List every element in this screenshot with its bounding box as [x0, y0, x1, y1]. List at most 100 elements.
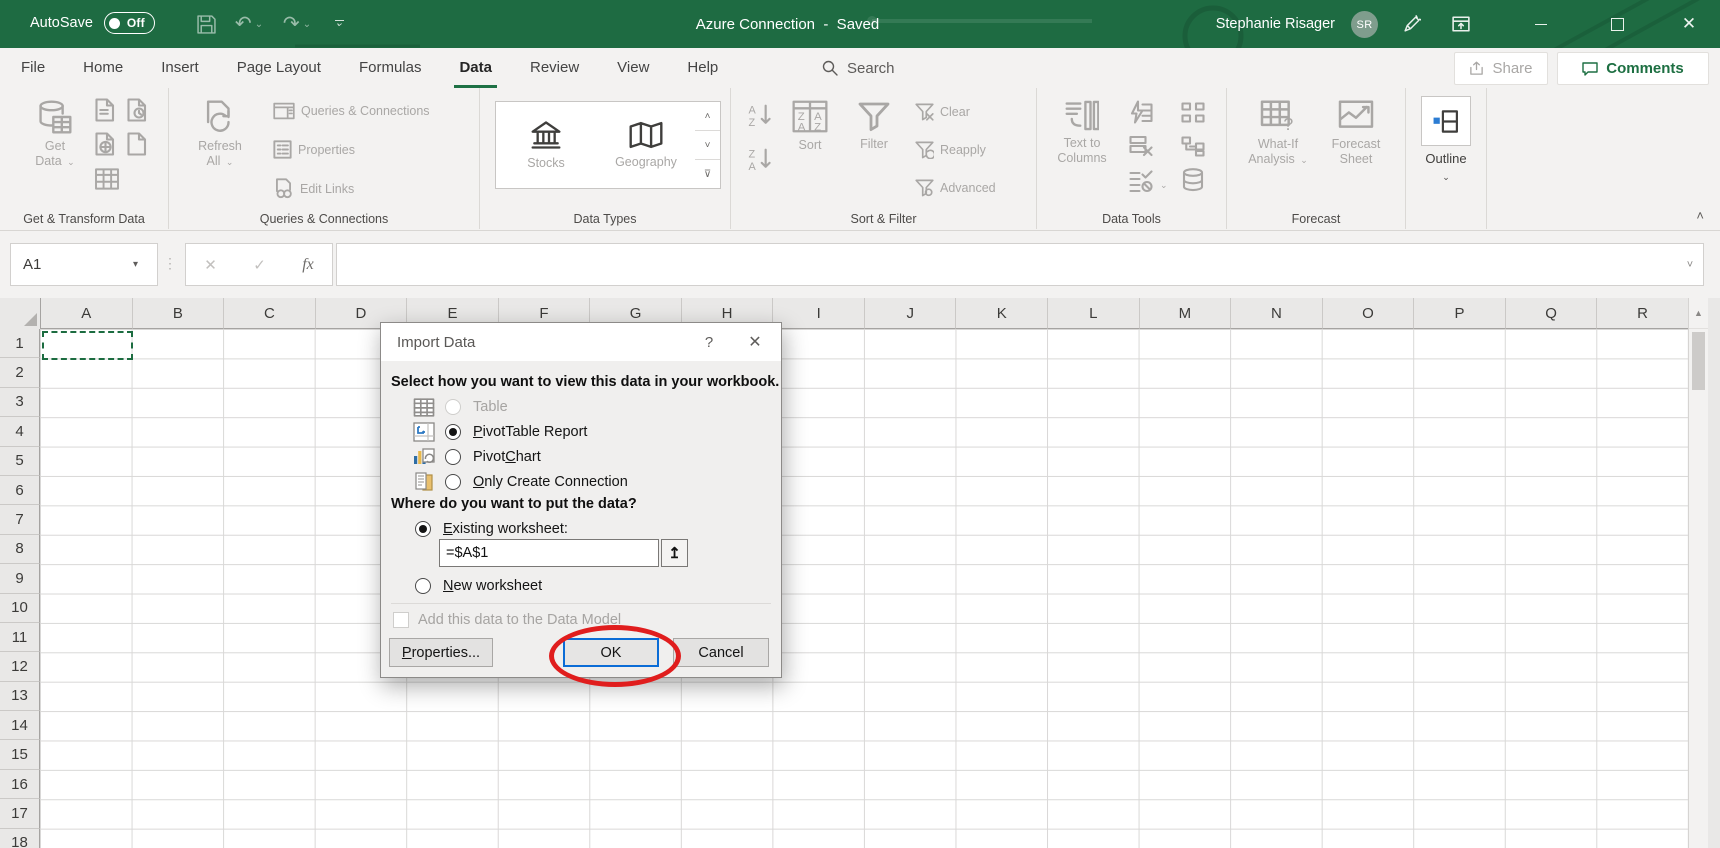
minimize-button[interactable]: [1520, 0, 1562, 48]
row-header-13[interactable]: 13: [0, 682, 40, 711]
row-header-15[interactable]: 15: [0, 740, 40, 769]
formula-bar[interactable]: ˅: [336, 243, 1704, 286]
forecast-sheet-button[interactable]: ForecastSheet: [1323, 100, 1389, 167]
row-header-16[interactable]: 16: [0, 770, 40, 799]
outline-button[interactable]: Outline ⌄: [1418, 96, 1474, 185]
name-box[interactable]: ▾: [10, 243, 158, 286]
data-validation-icon[interactable]: [1129, 170, 1153, 194]
data-validation-dropdown-icon[interactable]: ⌄: [1160, 180, 1168, 191]
ribbon-tab-data[interactable]: Data: [440, 48, 511, 88]
relationships-icon[interactable]: [1181, 136, 1205, 157]
row-header-7[interactable]: 7: [0, 505, 40, 534]
recent-sources-icon[interactable]: [124, 98, 148, 122]
row-header-1[interactable]: 1: [0, 329, 40, 358]
column-header-b[interactable]: B: [133, 298, 225, 329]
maximize-button[interactable]: [1596, 0, 1638, 48]
row-header-8[interactable]: 8: [0, 535, 40, 564]
select-all-corner[interactable]: [0, 298, 41, 330]
column-header-r[interactable]: R: [1597, 298, 1689, 329]
row-header-17[interactable]: 17: [0, 799, 40, 828]
stocks-data-type[interactable]: Stocks: [496, 102, 596, 188]
name-box-input[interactable]: [11, 256, 127, 273]
reapply-filter-button[interactable]: Reapply: [915, 140, 986, 159]
queries-connections-button[interactable]: Queries & Connections: [273, 102, 430, 120]
user-avatar[interactable]: SR: [1351, 11, 1378, 38]
ribbon-tab-file[interactable]: File: [2, 48, 64, 88]
flash-fill-icon[interactable]: [1129, 100, 1153, 124]
sort-descending-icon[interactable]: ZA: [747, 146, 775, 172]
existing-connections-icon[interactable]: [94, 168, 120, 190]
share-button[interactable]: Share: [1454, 52, 1548, 85]
text-to-columns-button[interactable]: Text toColumns: [1051, 100, 1113, 166]
gallery-up-button[interactable]: ˄: [695, 102, 720, 131]
column-header-q[interactable]: Q: [1506, 298, 1598, 329]
row-header-5[interactable]: 5: [0, 447, 40, 476]
ribbon-tab-review[interactable]: Review: [511, 48, 598, 88]
dialog-close-button[interactable]: ✕: [729, 332, 781, 352]
column-header-k[interactable]: K: [956, 298, 1048, 329]
comments-button[interactable]: Comments: [1557, 52, 1709, 85]
name-box-dropdown-icon[interactable]: ▾: [133, 259, 138, 270]
from-text-file-icon[interactable]: [92, 98, 116, 122]
pivotchart-radio[interactable]: [445, 449, 461, 465]
expand-formula-bar-icon[interactable]: ˅: [1677, 259, 1703, 271]
ribbon-tab-formulas[interactable]: Formulas: [340, 48, 441, 88]
properties-button[interactable]: Properties: [273, 140, 355, 159]
column-header-n[interactable]: N: [1231, 298, 1323, 329]
column-header-m[interactable]: M: [1140, 298, 1232, 329]
what-if-analysis-button[interactable]: What-IfAnalysis ⌄: [1245, 100, 1311, 168]
row-header-2[interactable]: 2: [0, 358, 40, 387]
geography-data-type[interactable]: Geography: [596, 102, 696, 188]
pivottable-radio[interactable]: [445, 424, 461, 440]
dialog-help-button[interactable]: ?: [689, 334, 729, 351]
ribbon-tab-view[interactable]: View: [598, 48, 668, 88]
row-header-9[interactable]: 9: [0, 564, 40, 593]
ok-button[interactable]: OK: [563, 638, 659, 667]
cancel-button[interactable]: Cancel: [673, 638, 769, 667]
row-header-3[interactable]: 3: [0, 388, 40, 417]
edit-links-button[interactable]: Edit Links: [273, 178, 354, 199]
column-header-c[interactable]: C: [224, 298, 316, 329]
ribbon-tab-insert[interactable]: Insert: [142, 48, 218, 88]
ribbon-tab-home[interactable]: Home: [64, 48, 142, 88]
remove-duplicates-icon[interactable]: [1129, 134, 1153, 158]
row-header-6[interactable]: 6: [0, 476, 40, 505]
column-header-p[interactable]: P: [1414, 298, 1506, 329]
existing-worksheet-radio[interactable]: [415, 521, 431, 537]
scroll-up-button[interactable]: ▲: [1689, 298, 1708, 329]
ink-pen-button[interactable]: [1390, 0, 1432, 48]
ribbon-tab-page-layout[interactable]: Page Layout: [218, 48, 340, 88]
location-input[interactable]: [439, 539, 659, 567]
row-header-10[interactable]: 10: [0, 594, 40, 623]
insert-function-icon[interactable]: fx: [302, 256, 314, 274]
column-header-l[interactable]: L: [1048, 298, 1140, 329]
properties-dialog-button[interactable]: Properties...: [389, 638, 493, 667]
column-header-a[interactable]: A: [41, 298, 133, 329]
user-name[interactable]: Stephanie Risager: [1216, 0, 1335, 48]
vertical-scrollbar[interactable]: ▲: [1688, 298, 1708, 848]
ribbon-display-options-button[interactable]: [1440, 0, 1482, 48]
grid-cells[interactable]: [40, 329, 1688, 848]
consolidate-icon[interactable]: [1181, 102, 1205, 123]
manage-data-model-icon[interactable]: [1181, 168, 1205, 192]
gallery-down-button[interactable]: ˅: [695, 131, 720, 160]
get-data-button[interactable]: GetData ⌄: [24, 100, 86, 170]
row-header-14[interactable]: 14: [0, 711, 40, 740]
filter-button[interactable]: Filter: [847, 100, 901, 152]
column-header-i[interactable]: I: [773, 298, 865, 329]
close-button[interactable]: ✕: [1668, 0, 1710, 48]
ribbon-tab-help[interactable]: Help: [668, 48, 737, 88]
search-control[interactable]: Search: [822, 48, 895, 88]
gallery-more-button[interactable]: ⊽: [695, 160, 720, 188]
row-header-4[interactable]: 4: [0, 417, 40, 446]
row-header-12[interactable]: 12: [0, 652, 40, 681]
range-selector-button[interactable]: ↥: [661, 539, 688, 567]
collapse-ribbon-button[interactable]: ˄: [1696, 208, 1704, 223]
row-header-11[interactable]: 11: [0, 623, 40, 652]
column-header-o[interactable]: O: [1323, 298, 1415, 329]
sort-button[interactable]: Sort: [783, 100, 837, 153]
enter-entry-icon[interactable]: ✓: [253, 256, 266, 274]
scrollbar-thumb[interactable]: [1692, 332, 1705, 390]
advanced-filter-button[interactable]: Advanced: [915, 178, 996, 197]
from-table-range-icon[interactable]: [124, 132, 148, 156]
